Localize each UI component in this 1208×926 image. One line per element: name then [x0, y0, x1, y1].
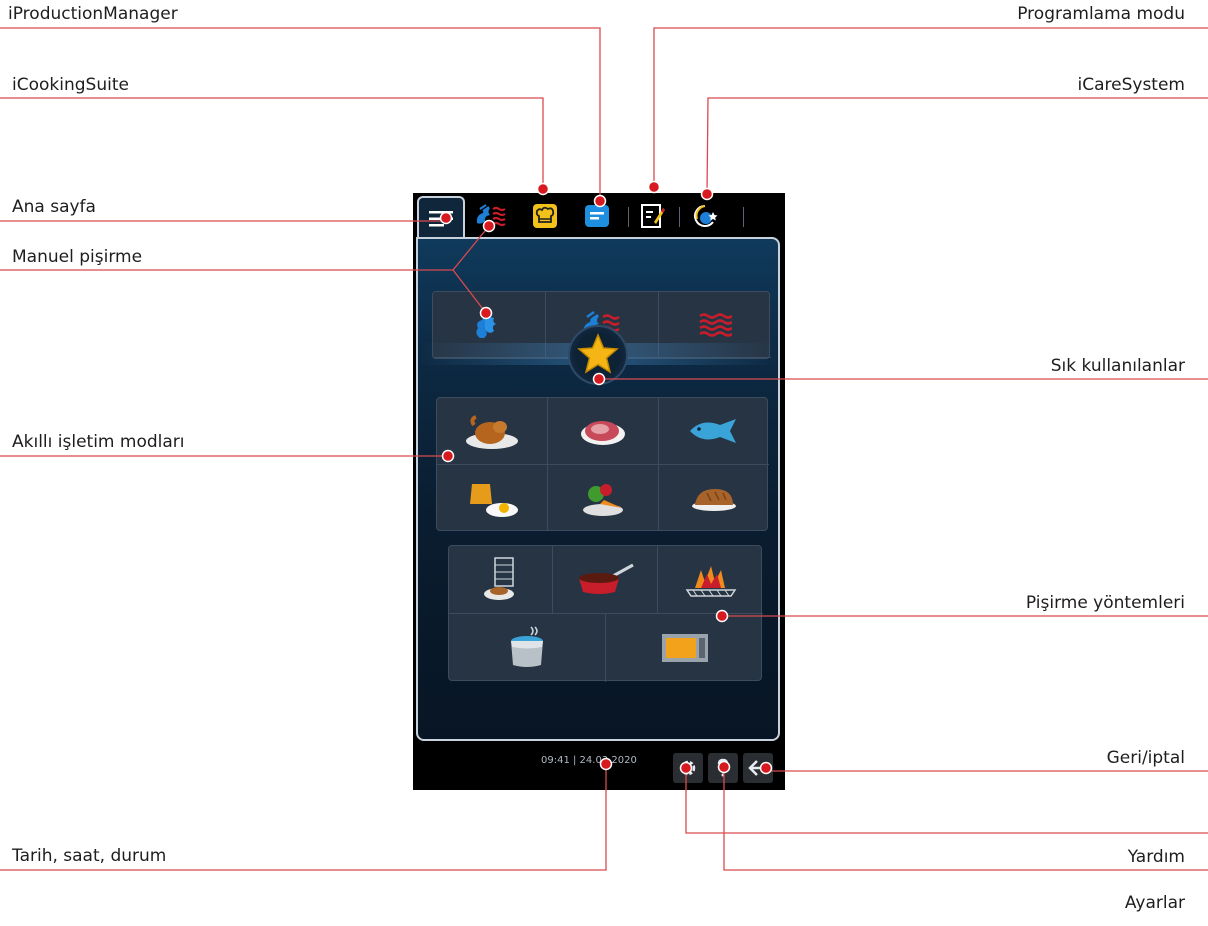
iproduction-manager-icon [585, 205, 609, 227]
intelligent-modes-panel [436, 397, 769, 531]
help-icon [717, 758, 729, 777]
label-sik-kullanilanlar: Sık kullanılanlar [1050, 356, 1185, 376]
label-ana-sayfa: Ana sayfa [12, 197, 96, 217]
favorites-star-icon [577, 333, 619, 374]
manual-cooking-icon [476, 204, 506, 227]
help-button[interactable] [708, 753, 738, 783]
icooking-suite-icon [533, 204, 557, 228]
label-icooking-suite: iCookingSuite [12, 75, 129, 95]
mode-poultry[interactable] [437, 398, 548, 465]
status-bar: 09:41 | 24.03.2020 [413, 745, 785, 790]
finishing-icon [483, 556, 514, 600]
mode-egg-dishes[interactable] [437, 465, 548, 531]
icare-system-icon [694, 205, 718, 227]
method-grilling[interactable] [658, 546, 763, 614]
callout-dot [647, 180, 661, 194]
home-menu-icon [429, 210, 453, 226]
egg-dishes-icon [470, 484, 518, 517]
label-akilli-isletim: Akıllı işletim modları [12, 432, 185, 452]
back-button[interactable] [743, 753, 773, 783]
bakery-icon [692, 489, 736, 511]
mode-meat[interactable] [548, 398, 659, 465]
meat-icon [581, 421, 625, 445]
back-icon [748, 760, 766, 776]
tab-programming-mode[interactable] [633, 199, 673, 233]
device-screen: 09:41 | 24.03.2020 [413, 193, 785, 790]
fish-icon [690, 419, 736, 443]
hot-air-icon [699, 312, 732, 337]
pan-frying-icon [579, 563, 634, 594]
programming-mode-icon [641, 204, 665, 228]
method-holding[interactable] [606, 614, 763, 682]
favorites-button[interactable] [568, 325, 628, 385]
label-icare-system: iCareSystem [1077, 75, 1185, 95]
settings-icon [680, 760, 696, 776]
tab-icare-system[interactable] [685, 199, 725, 233]
label-manuel-pisirme: Manuel pişirme [12, 247, 143, 267]
tab-iproduction-manager[interactable] [577, 199, 617, 233]
method-finishing[interactable] [449, 546, 553, 614]
grilling-icon [685, 565, 736, 597]
method-boiling[interactable] [449, 614, 606, 682]
label-tarih-saat: Tarih, saat, durum [12, 846, 167, 866]
main-screen [416, 237, 780, 741]
label-geri-iptal: Geri/iptal [1106, 748, 1185, 768]
side-dishes-icon [583, 484, 623, 516]
method-pan-frying[interactable] [553, 546, 658, 614]
label-iproduction-manager: iProductionManager [8, 4, 178, 24]
tab-home[interactable] [417, 196, 465, 239]
mode-bakery[interactable] [659, 465, 769, 531]
label-programlama-modu: Programlama modu [1017, 4, 1185, 24]
tab-manual-cooking[interactable] [471, 199, 511, 233]
date-time-status[interactable]: 09:41 | 24.03.2020 [541, 755, 637, 766]
boiling-pot-icon [511, 626, 543, 667]
label-yardim: Yardım [1127, 847, 1185, 867]
tab-icooking-suite[interactable] [525, 199, 565, 233]
settings-button[interactable] [673, 753, 703, 783]
mode-side-dishes[interactable] [548, 465, 659, 531]
cooking-methods-panel [448, 545, 763, 682]
poultry-icon [466, 415, 518, 449]
label-pisirme-yontemleri: Pişirme yöntemleri [1025, 593, 1185, 613]
mode-fish[interactable] [659, 398, 769, 465]
steam-icon [476, 308, 496, 338]
label-ayarlar: Ayarlar [1124, 893, 1185, 913]
holding-cabinet-icon [661, 634, 708, 662]
tab-bar [413, 193, 785, 239]
